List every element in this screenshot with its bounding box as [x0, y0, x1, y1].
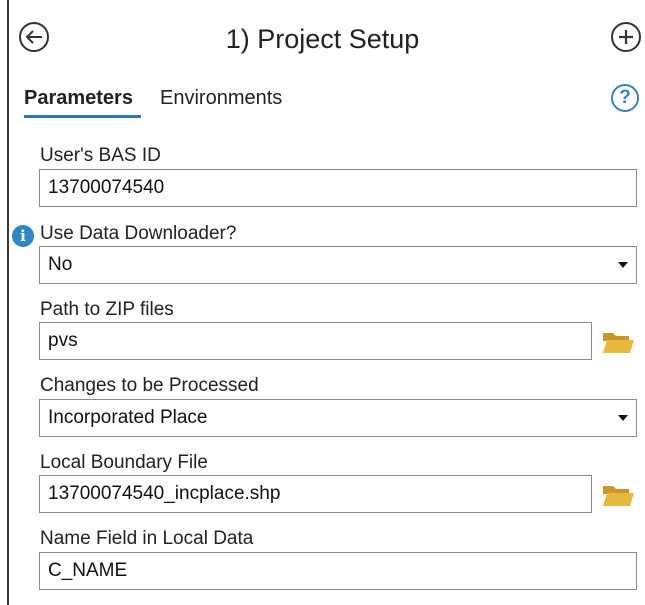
- bas-id-input[interactable]: 13700074540: [39, 169, 637, 207]
- folder-icon: [603, 333, 634, 353]
- tab-environments[interactable]: Environments: [160, 84, 282, 112]
- zip-path-browse-button[interactable]: [601, 329, 635, 355]
- page-title: 1) Project Setup: [225, 24, 420, 54]
- changes-value: Incorporated Place: [48, 407, 208, 428]
- name-field-input[interactable]: C_NAME: [39, 552, 637, 590]
- use-downloader-select[interactable]: No: [39, 246, 637, 284]
- chevron-down-icon: [618, 415, 628, 421]
- bas-id-label: User's BAS ID: [40, 145, 161, 166]
- changes-select[interactable]: Incorporated Place: [39, 399, 637, 437]
- boundary-file-input[interactable]: 13700074540_incplace.shp: [39, 475, 592, 513]
- chevron-down-icon: [618, 262, 628, 268]
- boundary-file-label: Local Boundary File: [40, 452, 208, 473]
- help-icon[interactable]: ?: [611, 84, 639, 112]
- name-field-label: Name Field in Local Data: [40, 528, 254, 549]
- changes-label: Changes to be Processed: [40, 375, 259, 396]
- tab-parameters[interactable]: Parameters: [24, 84, 133, 112]
- add-button[interactable]: [611, 22, 641, 52]
- folder-icon: [603, 486, 634, 506]
- zip-path-input[interactable]: pvs: [39, 322, 592, 360]
- add-icon: [619, 30, 633, 44]
- info-icon[interactable]: i: [12, 225, 34, 247]
- use-downloader-label: Use Data Downloader?: [40, 223, 237, 244]
- use-downloader-value: No: [48, 254, 73, 275]
- zip-path-label: Path to ZIP files: [40, 299, 174, 320]
- active-tab-indicator: [24, 115, 141, 118]
- boundary-file-browse-button[interactable]: [601, 482, 635, 508]
